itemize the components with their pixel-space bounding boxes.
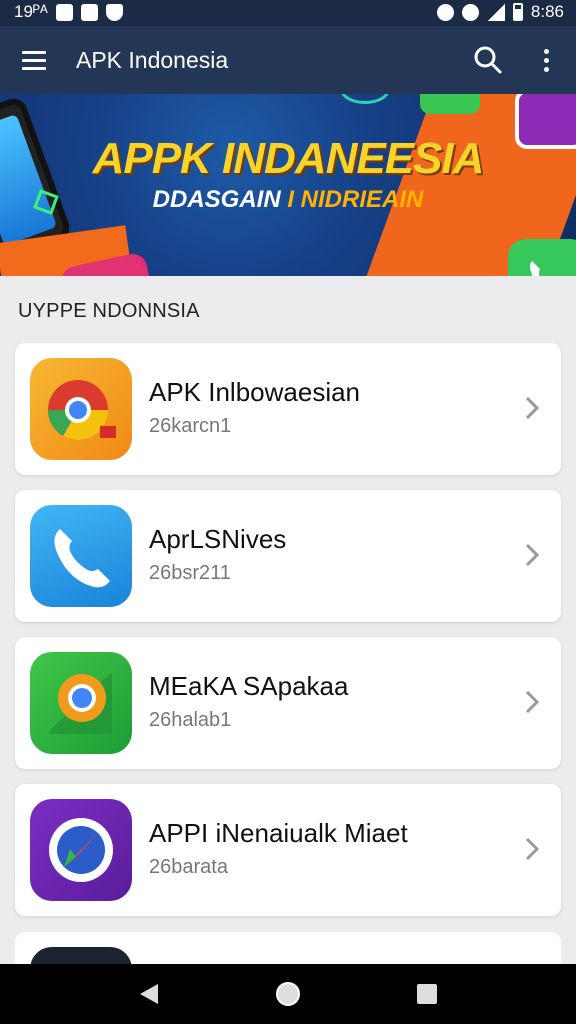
app-bar: APK Indonesia xyxy=(0,26,576,94)
compass-app-icon xyxy=(30,799,132,901)
battery-icon xyxy=(512,3,523,21)
image-notification-icon xyxy=(80,3,98,21)
chevron-right-icon xyxy=(525,543,540,567)
back-icon[interactable] xyxy=(124,969,174,1019)
vpn-icon xyxy=(461,3,479,21)
status-time-right: 8:86 xyxy=(530,2,564,21)
app-list: APK Inlbowaesian 26karcn1 AprLSNives 26b… xyxy=(15,343,561,931)
banner-subtitle: DDASGAIN I NIDRIEAIN xyxy=(152,186,424,213)
home-icon[interactable] xyxy=(263,969,313,1019)
more-vert-icon[interactable] xyxy=(516,26,576,94)
chevron-right-icon xyxy=(525,837,540,861)
search-icon[interactable] xyxy=(460,26,516,94)
app-name: APPI iNenaiualk Miaet xyxy=(149,818,408,848)
app-meta: 26halab1 xyxy=(149,709,232,731)
chrome-browser-icon xyxy=(30,358,132,460)
app-title: APK Indonesia xyxy=(76,46,229,73)
chevron-right-icon xyxy=(525,690,540,714)
signal-icon xyxy=(486,3,505,21)
hamburger-menu-icon[interactable] xyxy=(0,26,68,94)
app-card[interactable]: APPI iNenaiualk Miaet 26barata xyxy=(15,784,561,916)
section-title: UYPPE NDONNSIA xyxy=(18,300,200,322)
app-name: MEaKA SApakaa xyxy=(149,671,349,701)
teal-arc xyxy=(340,94,390,104)
app-name: AprLSNives xyxy=(149,524,287,554)
app-tile-green xyxy=(420,94,480,114)
promo-banner[interactable]: APPK INDANEESIA DDASGAIN I NIDRIEAIN xyxy=(0,94,576,276)
status-time-left: 19ᴾᴬ xyxy=(14,2,48,21)
banner-title: APPK INDANEESIA xyxy=(92,134,485,183)
record-icon xyxy=(436,3,454,21)
app-card[interactable]: APK Inlbowaesian 26karcn1 xyxy=(15,343,561,475)
chevron-right-icon xyxy=(525,396,540,420)
app-meta: 26barata xyxy=(149,856,228,878)
maps-icon xyxy=(30,652,132,754)
shield-icon xyxy=(105,3,123,21)
status-bar: 19ᴾᴬ 8:86 xyxy=(0,0,576,26)
app-card[interactable]: AprLSNives 26bsr211 xyxy=(15,490,561,622)
app-card[interactable]: MEaKA SApakaa 26halab1 xyxy=(15,637,561,769)
notification-icon xyxy=(55,3,73,21)
app-name: APK Inlbowaesian xyxy=(149,377,361,407)
phone-call-tile xyxy=(508,239,576,276)
recents-icon[interactable] xyxy=(402,969,452,1019)
phone-icon xyxy=(30,505,132,607)
system-nav-bar xyxy=(0,964,576,1024)
app-meta: 26karcn1 xyxy=(149,415,232,437)
app-meta: 26bsr211 xyxy=(149,562,231,584)
